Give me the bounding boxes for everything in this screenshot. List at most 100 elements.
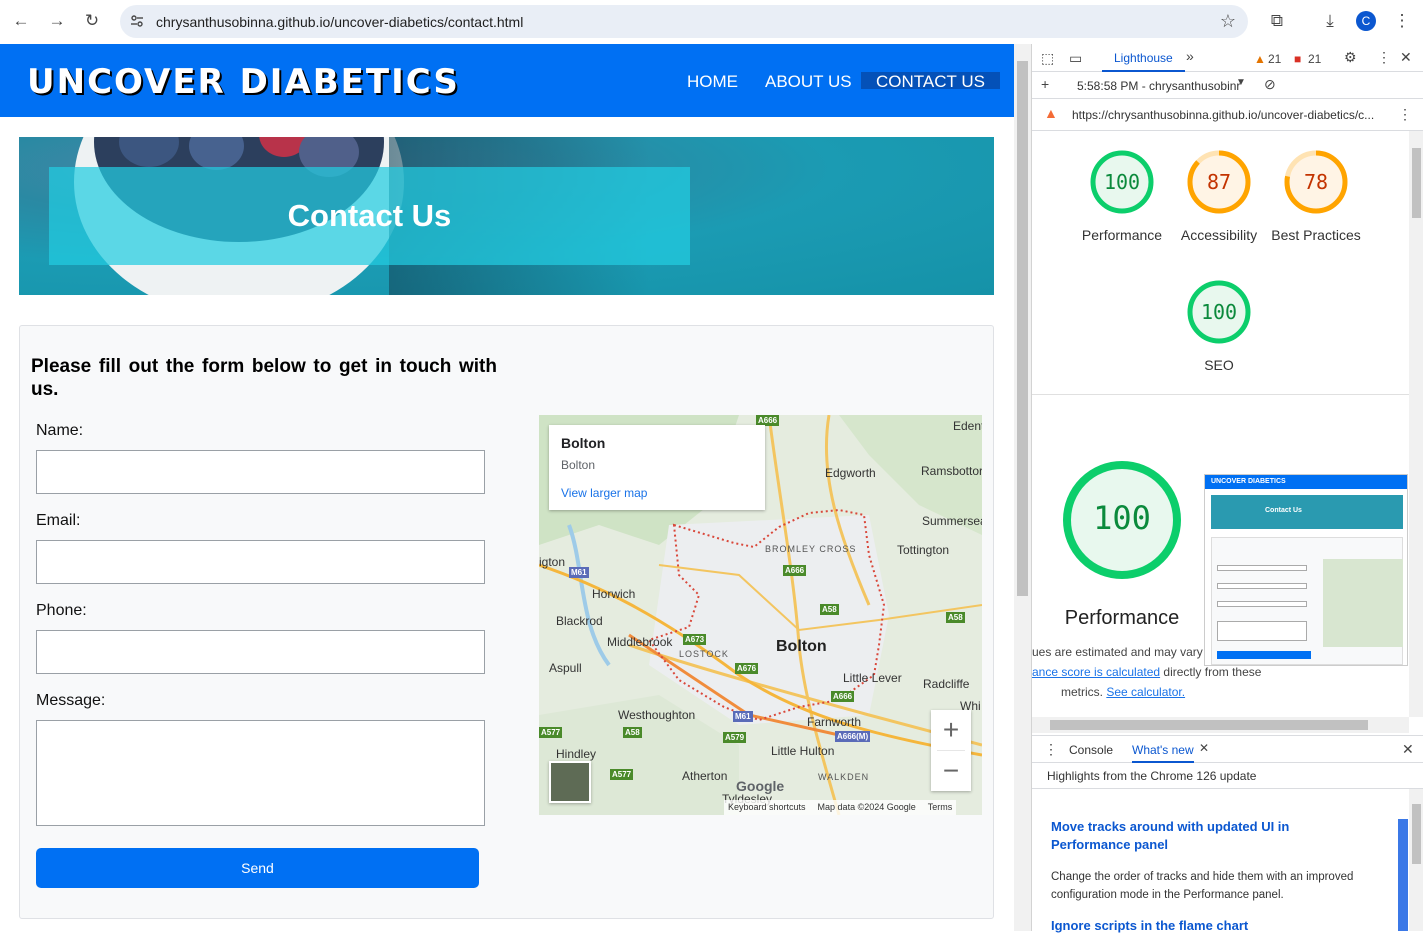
web-page: UNCOVER DIABETICS HOME ABOUT US CONTACT … [0,44,1014,931]
inspect-element-icon[interactable]: ⬚ [1041,50,1054,67]
forward-icon[interactable]: → [45,9,69,33]
map-label-horwich: Horwich [592,587,636,601]
tab-lighthouse[interactable]: Lighthouse [1102,44,1185,72]
thumb-hero-title: Contact Us [1265,507,1302,514]
error-icon[interactable]: ■ [1294,52,1301,66]
lighthouse-scrollbar-thumb[interactable] [1412,148,1421,218]
close-tab-icon[interactable]: ✕ [1199,741,1209,755]
perf-note-line2: ance score is calculated directly from t… [1032,665,1261,679]
devtools-panel: ⬚ ▭ Lighthouse » ▲ 21 ■ 21 ⚙ ⋮ ✕ + 5:58:… [1031,44,1423,933]
devtools-menu-icon[interactable]: ⋮ [1377,49,1391,66]
url-text[interactable]: chrysanthusobinna.github.io/uncover-diab… [156,14,523,30]
nav-home[interactable]: HOME [687,72,738,91]
settings-gear-icon[interactable]: ⚙ [1344,49,1357,66]
road-badge: A58 [820,604,839,615]
new-report-icon[interactable]: + [1041,76,1049,92]
score-calc-link[interactable]: ance score is calculated [1032,665,1160,679]
nav-about-us[interactable]: ABOUT US [765,72,852,91]
news-accent-bar [1398,819,1408,931]
page-scrollbar-thumb[interactable] [1017,61,1028,596]
site-info-icon[interactable] [129,13,145,29]
error-count[interactable]: 21 [1308,52,1321,66]
download-icon[interactable]: ⤓ [1318,9,1342,33]
lighthouse-url-bar: ▲ https://chrysanthusobinna.github.io/un… [1032,99,1423,131]
road-badge: A577 [539,727,563,738]
back-icon[interactable]: ← [9,9,33,33]
profile-avatar[interactable]: C [1356,11,1376,31]
map-label-radcliffe: Radcliffe [923,677,970,691]
whats-new-header: Highlights from the Chrome 126 update [1032,763,1423,789]
report-dropdown-icon[interactable]: ▼ [1236,77,1246,88]
contact-form-card: Please fill out the form below to get in… [19,325,994,919]
address-bar[interactable]: chrysanthusobinna.github.io/uncover-diab… [120,5,1248,38]
zoom-in-button[interactable]: + [931,710,971,750]
map-label-blackrod: Blackrod [556,614,603,628]
news-item-title[interactable]: Ignore scripts in the flame chart [1051,917,1351,935]
close-devtools-icon[interactable]: ✕ [1400,49,1412,66]
thumb-textarea [1217,621,1307,641]
email-input[interactable] [36,540,485,584]
warning-icon[interactable]: ▲ [1254,52,1266,66]
map-data-attribution: Map data ©2024 Google [817,802,916,812]
lighthouse-hscrollbar-thumb[interactable] [1050,720,1368,730]
thumb-hero [1211,495,1403,529]
map-label-westhoughton: Westhoughton [618,708,696,722]
map-satellite-toggle[interactable] [549,761,591,803]
phone-input[interactable] [36,630,485,674]
map-terms-link[interactable]: Terms [928,802,953,813]
drawer-menu-icon[interactable]: ⋮ [1044,741,1058,758]
extensions-icon[interactable]: ⧉ [1265,9,1289,33]
road-badge: M61 [569,567,589,578]
map-zoom-control: + − [931,710,971,791]
email-label: Email: [36,512,81,529]
see-calculator-link[interactable]: See calculator. [1106,685,1185,699]
news-item-title[interactable]: Move tracks around with updated UI in Pe… [1051,818,1351,854]
big-performance-label: Performance [1064,607,1180,629]
browser-toolbar: ← → ↻ chrysanthusobinna.github.io/uncove… [0,0,1423,44]
road-badge: A666 [831,691,855,702]
zoom-out-button[interactable]: − [931,751,971,791]
keyboard-shortcuts-link[interactable]: Keyboard shortcuts [728,802,806,813]
lighthouse-scrollbar[interactable] [1409,131,1423,717]
gauge-label: Best Practices [1271,227,1361,243]
map-label-bolton: Bolton [776,638,827,655]
send-button[interactable]: Send [36,848,479,888]
drawer-scrollbar-thumb[interactable] [1412,804,1421,864]
road-badge: A58 [623,727,642,738]
google-map[interactable]: Edent Edgworth Ramsbottor Summersea BROM… [539,415,982,815]
lighthouse-hscrollbar[interactable] [1032,717,1409,733]
site-logo[interactable]: UNCOVER DIABETICS [27,62,460,102]
message-textarea[interactable] [36,720,485,826]
road-badge: M61 [733,711,753,722]
road-badge: A666 [783,565,807,576]
device-toolbar-icon[interactable]: ▭ [1069,50,1082,67]
warning-count[interactable]: 21 [1268,52,1281,66]
clear-reports-icon[interactable]: ⊘ [1264,76,1276,93]
hero-title: Contact Us [287,198,452,233]
news-item-body: Change the order of tracks and hide them… [1051,871,1354,901]
name-input[interactable] [36,450,485,494]
report-menu-icon[interactable]: ⋮ [1398,106,1412,123]
view-larger-map-link[interactable]: View larger map [561,486,647,500]
tab-console[interactable]: Console [1069,743,1113,757]
nav-contact-us[interactable]: CONTACT US [861,72,1000,91]
close-drawer-icon[interactable]: ✕ [1402,741,1414,758]
map-label-little-lever: Little Lever [843,671,902,685]
browser-menu-icon[interactable]: ⋮ [1390,9,1414,33]
report-selector[interactable]: 5:58:58 PM - chrysanthusobinr [1077,79,1240,93]
road-badge: A673 [683,634,707,645]
gauge-label: Accessibility [1180,227,1258,243]
perf-note-line1: ues are estimated and may vary [1032,645,1203,659]
map-label-walkden: WALKDEN [818,772,870,782]
map-label-hindley: Hindley [556,747,597,761]
google-logo: Google [736,778,785,794]
bookmark-star-icon[interactable]: ☆ [1220,11,1236,32]
more-tabs-icon[interactable]: » [1186,48,1194,64]
map-label-farnworth: Farnworth [807,715,862,729]
reload-icon[interactable]: ↻ [80,9,104,33]
drawer-scrollbar[interactable] [1409,789,1423,931]
road-badge: A579 [723,732,747,743]
page-scrollbar[interactable] [1014,44,1031,931]
map-label-middlebrook: Middlebrook [607,635,673,649]
tab-whats-new[interactable]: What's new [1132,743,1194,763]
